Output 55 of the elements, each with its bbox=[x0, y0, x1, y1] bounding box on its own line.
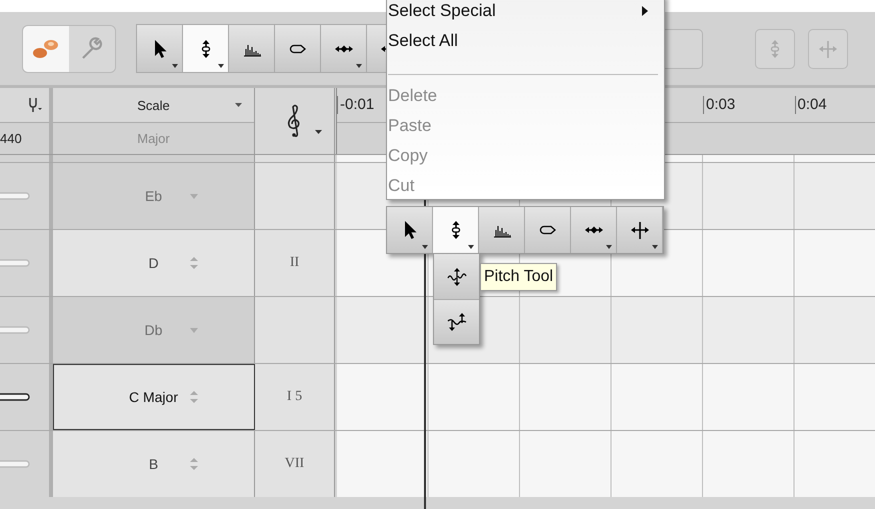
caret-icon bbox=[652, 245, 658, 249]
caret-icon bbox=[218, 64, 224, 68]
caret-icon bbox=[315, 130, 322, 134]
tuning-fork-icon bbox=[27, 97, 43, 113]
tuning-value: 440 bbox=[0, 131, 22, 146]
spinner-icon bbox=[190, 457, 198, 471]
wrench-icon bbox=[80, 36, 104, 60]
clef-dropdown[interactable] bbox=[255, 88, 335, 154]
tuning-dropdown[interactable] bbox=[0, 88, 49, 123]
mode-button[interactable] bbox=[23, 26, 69, 72]
caret-icon bbox=[235, 103, 242, 107]
tool-button[interactable] bbox=[137, 25, 183, 72]
slider-handle[interactable] bbox=[0, 192, 30, 200]
tool-button[interactable] bbox=[479, 207, 525, 253]
caret-icon bbox=[190, 194, 198, 198]
scale-type: Major bbox=[137, 131, 170, 146]
tool-button[interactable] bbox=[571, 207, 617, 253]
degree-cell: VII bbox=[255, 431, 335, 497]
cross-arrows-icon bbox=[818, 38, 838, 58]
slider-handle[interactable] bbox=[0, 259, 30, 267]
wave-arrows-icon bbox=[446, 312, 466, 332]
tool-button[interactable] bbox=[433, 207, 479, 253]
tool-button[interactable] bbox=[434, 299, 479, 344]
scale-dropdown[interactable]: D bbox=[53, 230, 255, 296]
spinner-icon bbox=[190, 256, 198, 270]
wave-arrows-icon bbox=[446, 266, 466, 286]
degree-cell: II bbox=[255, 230, 335, 296]
caret-icon bbox=[172, 64, 178, 68]
slider-handle[interactable] bbox=[0, 326, 30, 334]
tool-button[interactable] bbox=[434, 254, 479, 299]
slider-handle[interactable] bbox=[0, 393, 30, 401]
tool-button[interactable] bbox=[229, 25, 275, 72]
tool-button[interactable] bbox=[321, 25, 367, 72]
caret-icon bbox=[356, 64, 362, 68]
tool-button[interactable] bbox=[617, 207, 663, 253]
menu-item[interactable]: Select Special bbox=[387, 0, 664, 26]
caret-icon bbox=[468, 245, 474, 249]
caret-icon bbox=[606, 245, 612, 249]
tool-button[interactable] bbox=[387, 207, 433, 253]
tool-button[interactable] bbox=[183, 25, 229, 72]
caret-icon bbox=[422, 245, 428, 249]
menu-item[interactable]: Select All bbox=[387, 26, 664, 56]
time-label: 0:04 bbox=[794, 96, 827, 114]
time-label: -0:01 bbox=[337, 96, 374, 114]
scale-dropdown[interactable]: B bbox=[53, 431, 255, 497]
tooltip: Pitch Tool bbox=[480, 263, 558, 291]
scale-dropdown[interactable]: Scale bbox=[53, 88, 254, 123]
spinner-icon bbox=[190, 390, 198, 404]
time-label: 0:03 bbox=[703, 96, 736, 114]
degree-cell: I 5 bbox=[255, 364, 335, 430]
scale-dropdown[interactable]: C Major bbox=[53, 364, 255, 430]
slider-handle[interactable] bbox=[0, 460, 30, 468]
caret-icon bbox=[190, 328, 198, 332]
cross-arrows-icon bbox=[630, 220, 650, 240]
submenu-arrow-icon bbox=[642, 6, 648, 16]
